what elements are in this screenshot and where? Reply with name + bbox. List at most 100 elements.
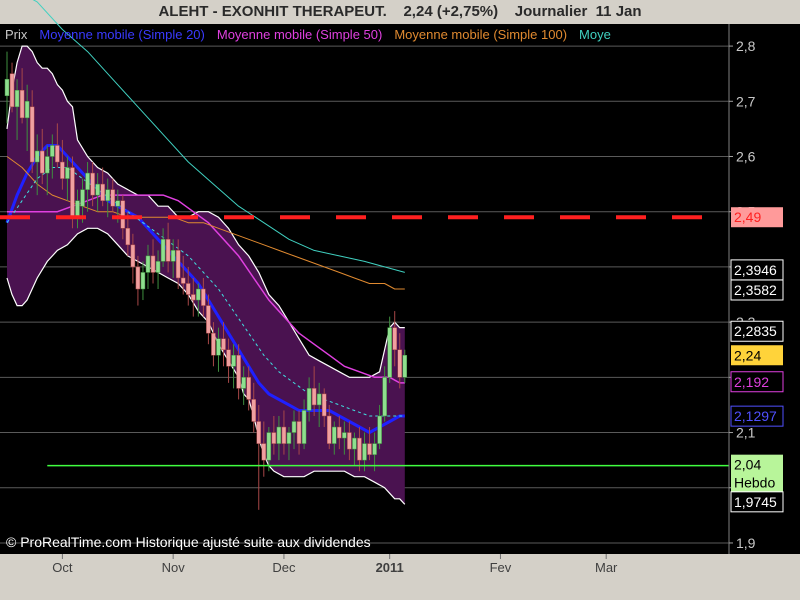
candle-body [170, 250, 176, 262]
candle-body [75, 200, 80, 218]
candle-body [236, 355, 241, 389]
candle-body [256, 421, 262, 444]
candle-body [266, 432, 272, 461]
candle-body [216, 338, 221, 356]
candle-body [241, 377, 246, 389]
candle-body [180, 277, 186, 284]
candle-body [55, 145, 60, 163]
candle-body [377, 415, 382, 444]
candle-body [316, 393, 322, 406]
candle-body [281, 426, 287, 444]
candle-body [50, 145, 55, 157]
candle-body [14, 90, 20, 108]
candle-body [19, 90, 25, 119]
price-label-text: 1,9745 [734, 494, 777, 510]
candle-body [95, 183, 100, 196]
price-label-text: 2,24 [734, 347, 761, 363]
candle-body [150, 255, 156, 273]
candle-body [392, 327, 397, 350]
candle-body [221, 338, 226, 350]
candle-body [296, 421, 302, 444]
price-label-text-2: Hebdo [734, 475, 775, 491]
candle-body [9, 73, 15, 108]
candle-body [140, 272, 146, 290]
candle-body [306, 388, 312, 411]
candle-body [100, 183, 105, 201]
price-label-text: 2,3582 [734, 282, 777, 298]
price-label-text: 2,3946 [734, 262, 777, 278]
legend-entry: Moyenne mobile (Simple 20) [39, 27, 204, 42]
candle-body [4, 78, 10, 97]
price-label-text: 2,04 [734, 457, 761, 473]
legend-entry: Prix [5, 27, 28, 42]
candle-body [342, 432, 347, 439]
candle-body [347, 432, 352, 450]
candle-body [160, 239, 166, 262]
candle-body [402, 355, 408, 378]
candle-body [311, 388, 317, 406]
candle-body [211, 332, 216, 356]
candle-body [352, 437, 357, 450]
candle-body [201, 288, 206, 306]
y-tick-label: 1,9 [736, 535, 756, 551]
candle-body [196, 288, 201, 301]
candle-body [120, 200, 126, 229]
price-chart[interactable]: Prix Moyenne mobile (Simple 20) Moyenne mo… [0, 0, 800, 600]
candle-body [301, 410, 307, 444]
x-tick-label: Dec [272, 560, 296, 575]
y-tick-label: 2,8 [736, 38, 756, 54]
x-axis: Oct Nov Dec 2011 Fev Mar [52, 554, 618, 575]
candle-body [286, 432, 292, 444]
candle-body [291, 421, 297, 433]
candle-body [362, 443, 367, 461]
candle-body [155, 261, 161, 273]
legend-entry: Moyenne mobile (Simple 50) [217, 27, 382, 42]
candle-body [80, 189, 85, 207]
candle-body [130, 244, 136, 268]
x-tick-label: Oct [52, 560, 73, 575]
candle-body [321, 393, 327, 417]
candle-body [251, 399, 256, 422]
candle-body [327, 415, 332, 444]
candle-body [24, 101, 30, 119]
candle-body [115, 200, 121, 207]
price-label-text: 2,2835 [734, 323, 777, 339]
candle-body [135, 266, 141, 290]
candle-body [34, 150, 40, 163]
candle-body [271, 432, 277, 444]
candle-body [387, 327, 392, 378]
candle-body [261, 443, 267, 461]
legend-entry: Moyenne mobile (Simple 100) [394, 27, 567, 42]
candle-body [45, 156, 50, 174]
x-tick-label: 2011 [376, 560, 404, 575]
candle-body [276, 426, 282, 444]
candle-body [226, 349, 231, 367]
candle-body [332, 426, 337, 444]
price-label-text: 2,192 [734, 374, 769, 390]
candle-body [175, 250, 181, 279]
legend: Prix Moyenne mobile (Simple 20) Moyenne mo… [5, 27, 611, 42]
y-tick-label: 2,1 [736, 425, 756, 441]
candle-body [165, 239, 171, 262]
legend-entry: Moye [579, 27, 611, 42]
y-tick-label: 2,6 [736, 149, 756, 165]
candle-body [231, 355, 236, 367]
candle-body [206, 305, 211, 334]
candle-body [357, 437, 362, 461]
candle-body [246, 377, 251, 400]
candle-body [372, 443, 377, 455]
candle-body [110, 189, 115, 207]
x-tick-label: Nov [162, 560, 186, 575]
candle-body [397, 349, 402, 378]
price-label-text: 2,1297 [734, 408, 777, 424]
candle-body [125, 228, 131, 246]
watermark: © ProRealTime.com Historique ajusté suit… [6, 534, 371, 550]
y-tick-label: 2,7 [736, 93, 756, 109]
candle-body [60, 161, 65, 179]
candle-body [29, 106, 35, 163]
x-tick-label: Fev [490, 560, 512, 575]
candle-body [191, 294, 196, 301]
candle-body [382, 377, 387, 417]
candle-body [145, 255, 151, 273]
candle-body [65, 167, 70, 179]
